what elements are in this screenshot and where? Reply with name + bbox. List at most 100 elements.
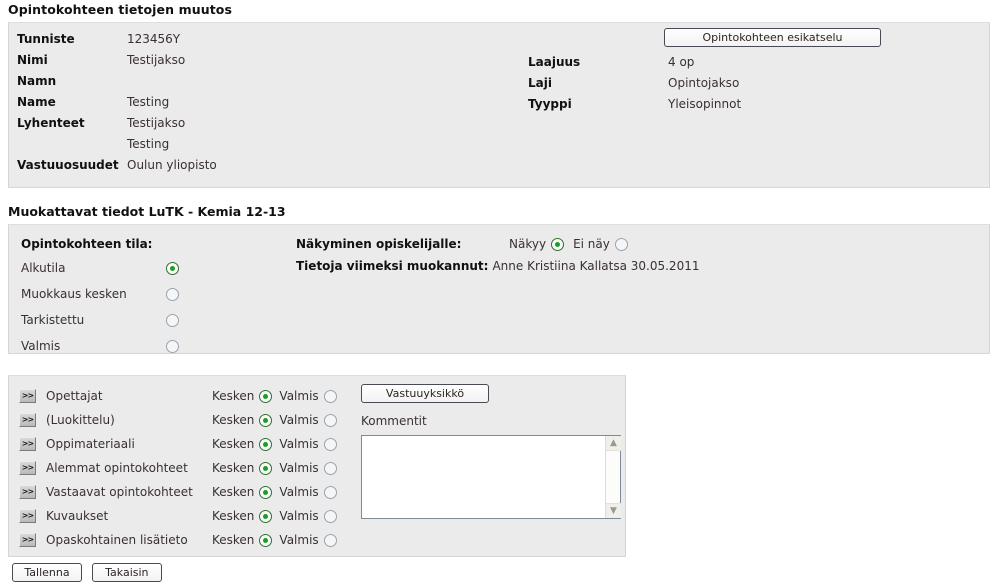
editable-data-heading: Muokattavat tiedot LuTK - Kemia 12-13 (8, 204, 286, 219)
status-radio-valmis[interactable] (166, 339, 179, 353)
info-value-laajuus: 4 op (668, 55, 695, 69)
section-name-kuvaukset: Kuvaukset (46, 509, 109, 523)
section-opettajat-radio-valmis[interactable] (323, 389, 337, 403)
section-row-vastaavat-opintokohteet: >> Vastaavat opintokohteet Kesken Valmis (19, 480, 337, 504)
visibility-radio-nakyy[interactable] (551, 237, 565, 251)
comments-input[interactable] (362, 436, 620, 518)
open-section-alemmat-opintokohteet-chevron-double-right-icon[interactable]: >> (19, 461, 36, 475)
info-label-laajuus: Laajuus (528, 55, 581, 69)
section-luokittelu-radio-kesken[interactable] (259, 413, 273, 427)
section-vastaavat-opintokohteet-radio-valmis[interactable] (323, 485, 337, 499)
section-opaskohtainen-lisatieto-option-valmis[interactable]: Valmis (279, 533, 337, 547)
section-kuvaukset-radio-kesken[interactable] (259, 509, 273, 523)
info-label-vastuuosuudet: Vastuuosuudet (17, 158, 119, 172)
status-radio-tarkistettu[interactable] (166, 313, 179, 327)
responsible-unit-button[interactable]: Vastuuyksikkö (361, 384, 489, 403)
section-oppimateriaali-option-valmis[interactable]: Valmis (279, 437, 337, 451)
section-kuvaukset-label-kesken: Kesken (212, 509, 255, 523)
visibility-row: Näkyminen opiskelijalle: Näkyy Ei näy (296, 233, 699, 255)
visibility-label-nakyy: Näkyy (509, 237, 547, 251)
section-alemmat-opintokohteet-option-valmis[interactable]: Valmis (279, 461, 337, 475)
info-row-lyhenteet-second: Testing (17, 134, 217, 155)
open-section-vastaavat-opintokohteet-chevron-double-right-icon[interactable]: >> (19, 485, 36, 499)
info-row-laajuus: Laajuus 4 op (528, 52, 741, 73)
info-label-laji: Laji (528, 76, 552, 90)
status-label-valmis: Valmis (21, 339, 61, 353)
section-opaskohtainen-lisatieto-label-kesken: Kesken (212, 533, 255, 547)
visibility-radio-ei-nay[interactable] (614, 237, 628, 251)
info-row-namn: Namn (17, 71, 217, 92)
section-opettajat-option-kesken[interactable]: Kesken (212, 389, 273, 403)
scroll-down-arrow-icon[interactable]: ▼ (606, 503, 621, 518)
info-row-name: Name Testing (17, 92, 217, 113)
status-radio-alkutila[interactable] (166, 261, 179, 275)
section-opettajat-option-valmis[interactable]: Valmis (279, 389, 337, 403)
footer-button-bar: Tallenna Takaisin (12, 563, 168, 582)
open-section-luokittelu-chevron-double-right-icon[interactable]: >> (19, 413, 36, 427)
section-opaskohtainen-lisatieto-option-kesken[interactable]: Kesken (212, 533, 273, 547)
status-radio-muokkaus-kesken[interactable] (166, 287, 179, 301)
section-vastaavat-opintokohteet-option-kesken[interactable]: Kesken (212, 485, 273, 499)
save-button[interactable]: Tallenna (12, 563, 82, 582)
comments-scrollbar[interactable]: ▲ ▼ (605, 436, 621, 518)
open-section-kuvaukset-chevron-double-right-icon[interactable]: >> (19, 509, 36, 523)
section-vastaavat-opintokohteet-option-valmis[interactable]: Valmis (279, 485, 337, 499)
section-luokittelu-label-kesken: Kesken (212, 413, 255, 427)
info-row-vastuuosuudet: Vastuuosuudet Oulun yliopisto (17, 155, 217, 176)
section-vastaavat-opintokohteet-radio-kesken[interactable] (259, 485, 273, 499)
comments-textarea-box[interactable]: ▲ ▼ (361, 435, 621, 519)
section-alemmat-opintokohteet-radio-valmis[interactable] (323, 461, 337, 475)
section-kuvaukset-option-valmis[interactable]: Valmis (279, 509, 337, 523)
section-oppimateriaali-radio-valmis[interactable] (323, 437, 337, 451)
section-luokittelu-option-kesken[interactable]: Kesken (212, 413, 273, 427)
status-label-tarkistettu: Tarkistettu (21, 313, 85, 327)
status-option-muokkaus-kesken[interactable]: Muokkaus kesken (21, 281, 179, 307)
info-value-lyhenteet: Testijakso (127, 116, 186, 130)
open-section-opaskohtainen-lisatieto-chevron-double-right-icon[interactable]: >> (19, 533, 36, 547)
last-modified-row: Tietoja viimeksi muokannut: Anne Kristii… (296, 255, 699, 277)
section-oppimateriaali-option-kesken[interactable]: Kesken (212, 437, 273, 451)
status-label-muokkaus-kesken: Muokkaus kesken (21, 287, 127, 301)
visibility-option-ei-nay[interactable]: Ei näy (573, 237, 628, 251)
info-label-tunniste: Tunniste (17, 32, 75, 46)
section-luokittelu-option-valmis[interactable]: Valmis (279, 413, 337, 427)
open-section-opettajat-chevron-double-right-icon[interactable]: >> (19, 389, 36, 403)
info-value-name: Testing (127, 95, 170, 109)
visibility-option-nakyy[interactable]: Näkyy (509, 237, 565, 251)
open-section-oppimateriaali-chevron-double-right-icon[interactable]: >> (19, 437, 36, 451)
info-label-nimi: Nimi (17, 53, 48, 67)
status-group-title: Opintokohteen tila: (21, 237, 153, 251)
section-oppimateriaali-radio-kesken[interactable] (259, 437, 273, 451)
scroll-up-arrow-icon[interactable]: ▲ (606, 436, 621, 451)
section-row-opaskohtainen-lisatieto: >> Opaskohtainen lisätieto Kesken Valmis (19, 528, 337, 552)
section-alemmat-opintokohteet-label-kesken: Kesken (212, 461, 255, 475)
section-opaskohtainen-lisatieto-radio-kesken[interactable] (259, 533, 273, 547)
section-alemmat-opintokohteet-radio-kesken[interactable] (259, 461, 273, 475)
status-option-tarkistettu[interactable]: Tarkistettu (21, 307, 179, 333)
page-root: Opintokohteen tietojen muutos Tunniste 1… (0, 0, 999, 587)
preview-study-unit-button[interactable]: Opintokohteen esikatselu (664, 28, 881, 47)
status-option-valmis[interactable]: Valmis (21, 333, 179, 359)
section-alemmat-opintokohteet-option-kesken[interactable]: Kesken (212, 461, 273, 475)
info-row-tyyppi: Tyyppi Yleisopinnot (528, 94, 741, 115)
section-row-oppimateriaali: >> Oppimateriaali Kesken Valmis (19, 432, 337, 456)
info-label-tyyppi: Tyyppi (528, 97, 572, 111)
section-luokittelu-radio-valmis[interactable] (323, 413, 337, 427)
info-label-namn: Namn (17, 74, 57, 88)
info-value-laji: Opintojakso (668, 76, 740, 90)
section-name-opaskohtainen-lisatieto: Opaskohtainen lisätieto (46, 533, 188, 547)
section-opettajat-radio-kesken[interactable] (259, 389, 273, 403)
status-option-alkutila[interactable]: Alkutila (21, 255, 179, 281)
section-name-luokittelu: (Luokittelu) (46, 413, 115, 427)
back-button[interactable]: Takaisin (91, 563, 162, 582)
info-value-lyhenteet-second: Testing (127, 137, 170, 151)
section-kuvaukset-option-kesken[interactable]: Kesken (212, 509, 273, 523)
info-value-nimi: Testijakso (127, 53, 186, 67)
last-modified-value: Anne Kristiina Kallatsa 30.05.2011 (492, 259, 700, 273)
info-left-column: Tunniste 123456Y Nimi Testijakso Namn Na… (17, 29, 217, 176)
section-opettajat-label-kesken: Kesken (212, 389, 255, 403)
section-opaskohtainen-lisatieto-radio-valmis[interactable] (323, 533, 337, 547)
section-kuvaukset-radio-valmis[interactable] (323, 509, 337, 523)
section-row-alemmat-opintokohteet: >> Alemmat opintokohteet Kesken Valmis (19, 456, 337, 480)
section-row-opettajat: >> Opettajat Kesken Valmis (19, 384, 337, 408)
